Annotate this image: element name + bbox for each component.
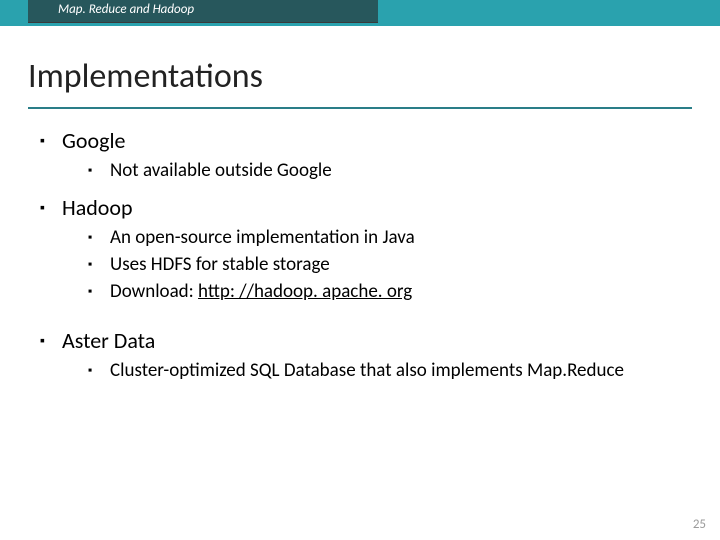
list-item: ▪ Uses HDFS for stable storage <box>88 253 680 278</box>
list-item: ▪ Google ▪ Not available outside Google <box>40 127 680 184</box>
bullet-icon: ▪ <box>40 127 62 155</box>
list-item-label: Download: http: //hadoop. apache. org <box>110 280 412 304</box>
list-item: ▪ Not available outside Google <box>88 159 680 184</box>
list-item: ▪ Cluster-optimized SQL Database that al… <box>88 359 680 384</box>
bullet-list: ▪ Google ▪ Not available outside Google … <box>40 127 680 384</box>
bullet-icon: ▪ <box>88 159 110 184</box>
list-item: ▪ An open-source implementation in Java <box>88 226 680 251</box>
list-item: ▪ Aster Data ▪ Cluster-optimized SQL Dat… <box>40 327 680 384</box>
list-item-label: Hadoop <box>62 194 133 222</box>
list-item-label: Uses HDFS for stable storage <box>110 253 330 277</box>
page-number: 25 <box>693 517 706 532</box>
bullet-icon: ▪ <box>40 194 62 222</box>
download-prefix: Download: <box>110 280 198 303</box>
list-item: ▪ Download: http: //hadoop. apache. org <box>88 280 680 305</box>
list-item-label: Cluster-optimized SQL Database that also… <box>110 359 624 383</box>
bullet-icon: ▪ <box>40 327 62 355</box>
title-region: Implementations <box>0 26 720 103</box>
page-title: Implementations <box>28 56 692 97</box>
list-item-label: Google <box>62 127 125 155</box>
breadcrumb: Map. Reduce and Hadoop <box>28 0 378 23</box>
slide: Map. Reduce and Hadoop Implementations ▪… <box>0 0 720 540</box>
download-link[interactable]: http: //hadoop. apache. org <box>198 280 412 303</box>
list-item-label: An open-source implementation in Java <box>110 226 415 250</box>
bullet-icon: ▪ <box>88 226 110 251</box>
list-item-label: Not available outside Google <box>110 159 332 183</box>
bullet-icon: ▪ <box>88 359 110 384</box>
header-bar: Map. Reduce and Hadoop <box>0 0 720 26</box>
list-item: ▪ Hadoop ▪ An open-source implementation… <box>40 194 680 305</box>
content-body: ▪ Google ▪ Not available outside Google … <box>0 109 720 384</box>
list-item-label: Aster Data <box>62 327 155 355</box>
bullet-icon: ▪ <box>88 280 110 305</box>
bullet-icon: ▪ <box>88 253 110 278</box>
